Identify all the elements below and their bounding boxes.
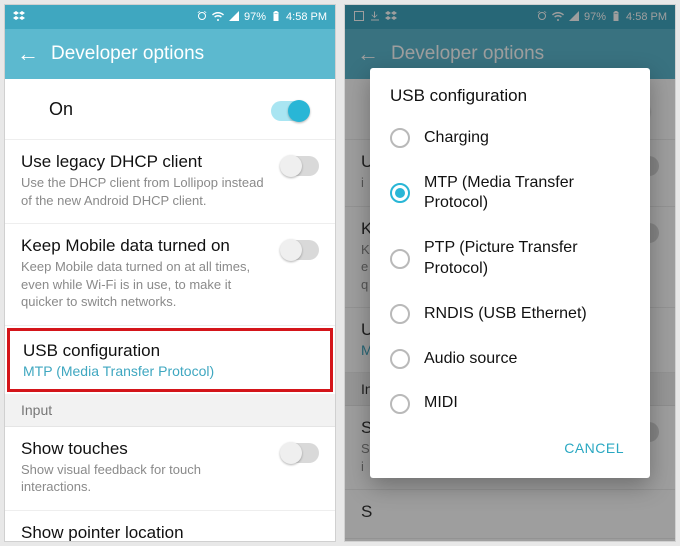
section-header-input: Input (5, 394, 335, 427)
radio-option-midi[interactable]: MIDI (370, 381, 650, 426)
radio-icon (390, 349, 410, 369)
phone-right: 97% 4:58 PM ← Developer options On US i … (344, 4, 676, 542)
radio-option-ptp[interactable]: PTP (Picture Transfer Protocol) (370, 226, 650, 292)
wifi-icon (212, 10, 224, 25)
on-label: On (49, 99, 73, 120)
status-bar: 97% 4:58 PM (5, 5, 335, 29)
setting-title: Show touches (21, 439, 271, 459)
page-title: Developer options (51, 43, 204, 65)
setting-desc: Use the DHCP client from Lollipop instea… (21, 174, 271, 209)
mobile-data-toggle[interactable] (281, 240, 319, 260)
battery-icon (270, 10, 282, 25)
cancel-button[interactable]: CANCEL (554, 432, 634, 464)
setting-pointer-location[interactable]: Show pointer location Screen overlay sho… (5, 511, 335, 541)
dialog-title: USB configuration (370, 86, 650, 116)
setting-dhcp[interactable]: Use legacy DHCP client Use the DHCP clie… (5, 140, 335, 224)
radio-icon (390, 249, 410, 269)
radio-option-charging[interactable]: Charging (370, 116, 650, 161)
setting-title: Show pointer location (21, 523, 319, 541)
radio-icon (390, 304, 410, 324)
alarm-icon (196, 10, 208, 25)
setting-mobile-data[interactable]: Keep Mobile data turned on Keep Mobile d… (5, 224, 335, 326)
radio-option-mtp[interactable]: MTP (Media Transfer Protocol) (370, 161, 650, 227)
battery-percent: 97% (244, 11, 266, 23)
back-icon[interactable]: ← (17, 43, 39, 65)
dropbox-icon (13, 10, 25, 25)
radio-icon (390, 128, 410, 148)
radio-option-rndis[interactable]: RNDIS (USB Ethernet) (370, 292, 650, 337)
radio-icon (390, 394, 410, 414)
app-bar: ← Developer options (5, 29, 335, 79)
usb-config-dialog: USB configuration Charging MTP (Media Tr… (370, 68, 650, 478)
dhcp-toggle[interactable] (281, 156, 319, 176)
setting-desc: Show visual feedback for touch interacti… (21, 461, 271, 496)
clock-time: 4:58 PM (286, 11, 327, 23)
setting-title: USB configuration (23, 341, 317, 361)
setting-title: Use legacy DHCP client (21, 152, 271, 172)
setting-show-touches[interactable]: Show touches Show visual feedback for to… (5, 427, 335, 511)
touches-toggle[interactable] (281, 443, 319, 463)
highlighted-setting: USB configuration MTP (Media Transfer Pr… (7, 328, 333, 392)
settings-list[interactable]: On Use legacy DHCP client Use the DHCP c… (5, 79, 335, 541)
setting-desc: Keep Mobile data turned on at all times,… (21, 258, 271, 311)
setting-title: Keep Mobile data turned on (21, 236, 271, 256)
setting-subtitle: MTP (Media Transfer Protocol) (23, 363, 317, 379)
phone-left: 97% 4:58 PM ← Developer options On Use l… (4, 4, 336, 542)
dialog-scrim[interactable]: USB configuration Charging MTP (Media Tr… (345, 5, 675, 541)
radio-icon (390, 183, 410, 203)
master-toggle[interactable] (271, 101, 309, 121)
master-toggle-row[interactable]: On (5, 79, 335, 140)
signal-icon (228, 10, 240, 25)
setting-usb-config[interactable]: USB configuration MTP (Media Transfer Pr… (23, 341, 317, 379)
radio-option-audio[interactable]: Audio source (370, 337, 650, 382)
